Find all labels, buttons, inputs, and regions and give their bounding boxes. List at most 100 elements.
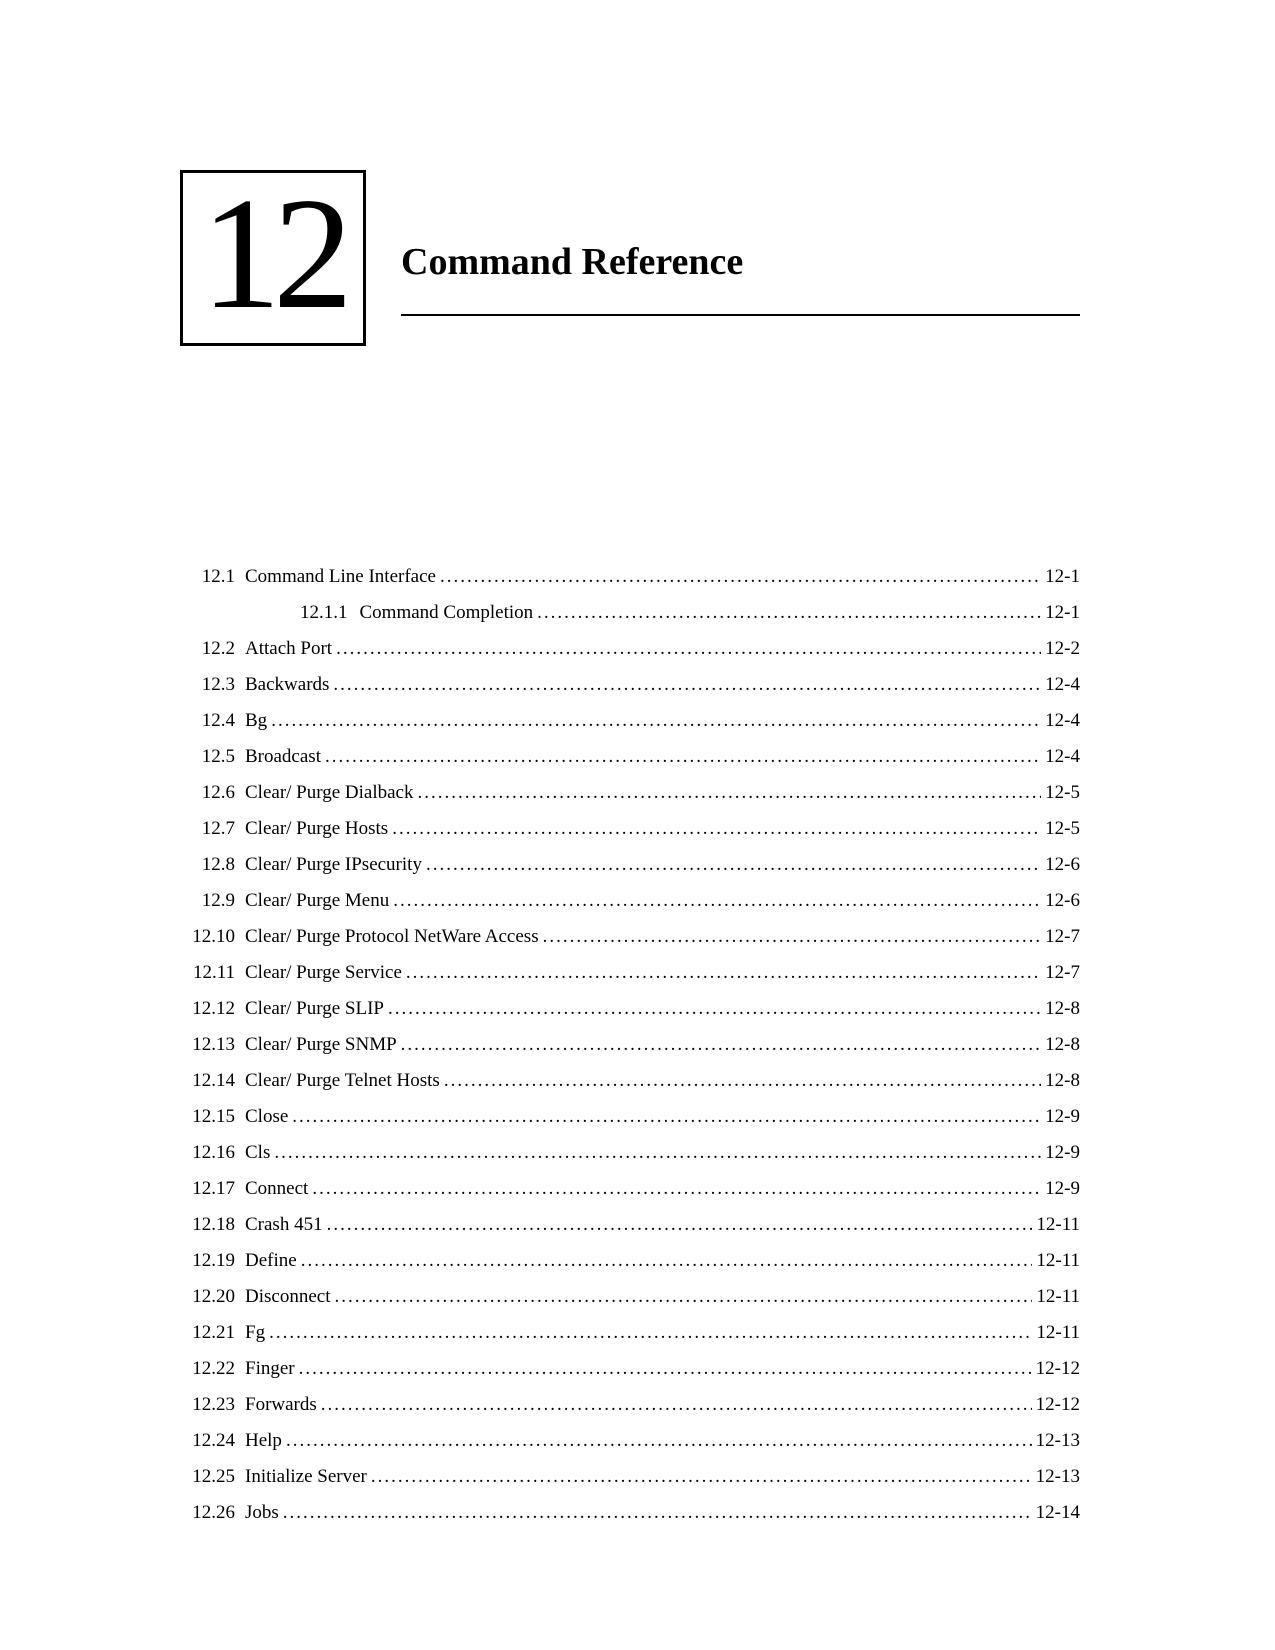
toc-entry: 12.9Clear/ Purge Menu12-6 [180, 890, 1080, 912]
toc-entry-title: Clear/ Purge Hosts [245, 818, 388, 840]
toc-entry-page: 12-9 [1041, 1106, 1080, 1128]
toc-entry-number: 12.13 [180, 1034, 245, 1056]
toc-entry: 12.12Clear/ Purge SLIP12-8 [180, 998, 1080, 1020]
toc-entry-title: Define [245, 1250, 297, 1272]
toc-entry-page: 12-4 [1041, 710, 1080, 732]
toc-leader [308, 1178, 1041, 1200]
toc-entry-number: 12.8 [180, 854, 245, 876]
toc-leader [279, 1502, 1032, 1524]
toc-entry-page: 12-1 [1041, 602, 1080, 624]
toc-entry-page: 12-4 [1041, 746, 1080, 768]
toc-entry: 12.1Command Line Interface12-1 [180, 566, 1080, 588]
toc-entry-page: 12-13 [1032, 1466, 1080, 1488]
toc-entry: 12.16Cls12-9 [180, 1142, 1080, 1164]
toc-leader [265, 1322, 1032, 1344]
toc-leader [436, 566, 1041, 588]
toc-entry-title: Initialize Server [245, 1466, 367, 1488]
toc-entry-title: Clear/ Purge IPsecurity [245, 854, 422, 876]
toc-entry-number: 12.2 [180, 638, 245, 660]
toc-entry-title: Connect [245, 1178, 308, 1200]
toc-leader [414, 782, 1042, 804]
toc-entry: 12.11Clear/ Purge Service12-7 [180, 962, 1080, 984]
toc-entry-page: 12-12 [1032, 1394, 1080, 1416]
chapter-header: 12 Command Reference [180, 170, 1080, 346]
toc-entry-page: 12-14 [1032, 1502, 1080, 1524]
toc-entry: 12.6Clear/ Purge Dialback12-5 [180, 782, 1080, 804]
toc-leader [329, 674, 1041, 696]
toc-entry: 12.14Clear/ Purge Telnet Hosts12-8 [180, 1070, 1080, 1092]
toc-entry-title: Clear/ Purge Service [245, 962, 402, 984]
toc-leader [332, 638, 1041, 660]
toc-entry: 12.4Bg 12-4 [180, 710, 1080, 732]
toc-entry-number: 12.1.1 [300, 602, 360, 624]
toc-entry-page: 12-11 [1032, 1286, 1080, 1308]
toc-entry: 12.17Connect12-9 [180, 1178, 1080, 1200]
toc-entry-title: Clear/ Purge Menu [245, 890, 389, 912]
toc-leader [288, 1106, 1041, 1128]
toc-leader [282, 1430, 1032, 1452]
toc-leader [270, 1142, 1041, 1164]
toc-leader [384, 998, 1041, 1020]
toc-entry-number: 12.21 [180, 1322, 245, 1344]
toc-entry-number: 12.24 [180, 1430, 245, 1452]
toc-entry-page: 12-1 [1041, 566, 1080, 588]
toc-entry-page: 12-8 [1041, 1070, 1080, 1092]
toc-entry-number: 12.25 [180, 1466, 245, 1488]
toc-entry: 12.19Define12-11 [180, 1250, 1080, 1272]
toc-entry-number: 12.12 [180, 998, 245, 1020]
toc-entry-number: 12.15 [180, 1106, 245, 1128]
toc-entry: 12.25Initialize Server 12-13 [180, 1466, 1080, 1488]
toc-entry-title: Clear/ Purge SLIP [245, 998, 384, 1020]
toc-leader [295, 1358, 1032, 1380]
toc-entry-number: 12.17 [180, 1178, 245, 1200]
toc-entry: 12.23Forwards12-12 [180, 1394, 1080, 1416]
toc-entry: 12.7Clear/ Purge Hosts12-5 [180, 818, 1080, 840]
toc-leader [402, 962, 1041, 984]
toc-entry-number: 12.6 [180, 782, 245, 804]
toc-entry-page: 12-6 [1041, 854, 1080, 876]
toc-entry-number: 12.4 [180, 710, 245, 732]
toc-entry-title: Clear/ Purge Protocol NetWare Access [245, 926, 539, 948]
toc-entry-page: 12-2 [1041, 638, 1080, 660]
toc-leader [389, 890, 1041, 912]
toc-entry-title: Bg [245, 710, 267, 732]
toc-entry: 12.3Backwards12-4 [180, 674, 1080, 696]
toc-entry: 12.21Fg12-11 [180, 1322, 1080, 1344]
toc-entry-title: Clear/ Purge Dialback [245, 782, 414, 804]
toc-entry-title: Finger [245, 1358, 295, 1380]
toc-leader [317, 1394, 1032, 1416]
toc-entry: 12.15Close12-9 [180, 1106, 1080, 1128]
toc-entry-number: 12.16 [180, 1142, 245, 1164]
toc-entry-page: 12-4 [1041, 674, 1080, 696]
toc-leader [297, 1250, 1033, 1272]
chapter-title: Command Reference [401, 240, 1080, 284]
toc-entry-number: 12.20 [180, 1286, 245, 1308]
toc-entry: 12.8Clear/ Purge IPsecurity 12-6 [180, 854, 1080, 876]
toc-leader [533, 602, 1041, 624]
toc-entry-title: Forwards [245, 1394, 317, 1416]
toc-entry-number: 12.18 [180, 1214, 245, 1236]
toc-leader [367, 1466, 1032, 1488]
toc-leader [440, 1070, 1041, 1092]
toc-entry-number: 12.3 [180, 674, 245, 696]
toc-entry-page: 12-11 [1032, 1250, 1080, 1272]
table-of-contents: 12.1Command Line Interface12-1 12.1.1Comm… [180, 566, 1080, 1524]
toc-entry-page: 12-8 [1041, 1034, 1080, 1056]
toc-leader [321, 746, 1041, 768]
toc-entry-page: 12-9 [1041, 1142, 1080, 1164]
toc-entry: 12.13Clear/ Purge SNMP12-8 [180, 1034, 1080, 1056]
toc-entry-title: Broadcast [245, 746, 321, 768]
toc-entry-title: Command Completion [360, 602, 534, 624]
toc-entry-number: 12.5 [180, 746, 245, 768]
chapter-number-box: 12 [180, 170, 366, 346]
toc-entry: 12.10Clear/ Purge Protocol NetWare Acces… [180, 926, 1080, 948]
toc-leader [330, 1286, 1032, 1308]
chapter-title-block: Command Reference [401, 170, 1080, 316]
toc-leader [323, 1214, 1033, 1236]
toc-entry-title: Fg [245, 1322, 265, 1344]
toc-entry-number: 12.9 [180, 890, 245, 912]
toc-entry-number: 12.14 [180, 1070, 245, 1092]
toc-entry-number: 12.22 [180, 1358, 245, 1380]
page-content: 12 Command Reference 12.1Command Line In… [180, 170, 1080, 1538]
toc-entry-title: Crash 451 [245, 1214, 323, 1236]
